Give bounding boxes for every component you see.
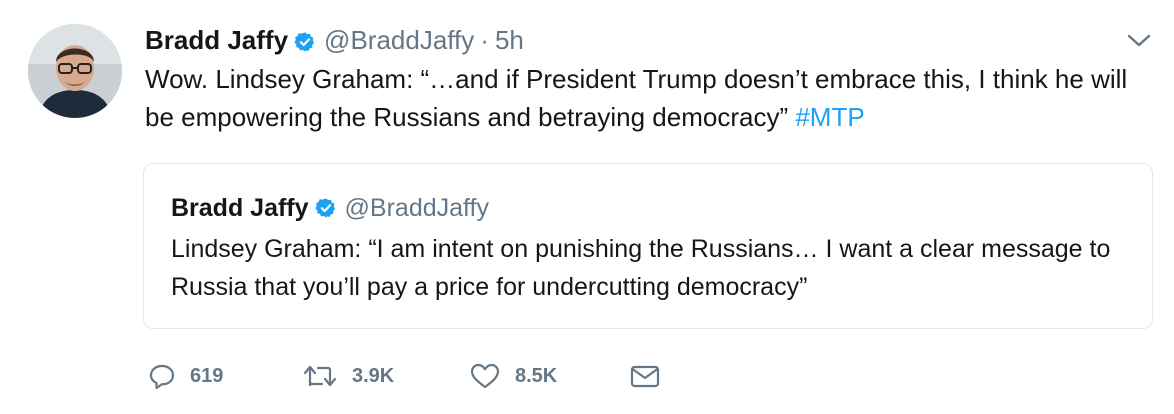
avatar[interactable]: [28, 24, 122, 118]
separator-dot: ·: [480, 24, 489, 55]
like-button[interactable]: 8.5K: [469, 362, 629, 390]
quoted-author-display-name: Bradd Jaffy: [171, 193, 309, 222]
reply-icon: [149, 364, 175, 390]
envelope-icon: [630, 365, 660, 388]
chevron-down-icon[interactable]: [1124, 28, 1154, 52]
tweet-text: Wow. Lindsey Graham: “…and if President …: [145, 60, 1145, 136]
tweet-header: Bradd Jaffy @BraddJaffy · 5h: [145, 22, 524, 58]
quoted-tweet-text: Lindsey Graham: “I am intent on punishin…: [171, 235, 1111, 301]
direct-message-button[interactable]: [629, 363, 675, 389]
quoted-tweet[interactable]: Bradd Jaffy @BraddJaffy Lindsey Graham: …: [143, 163, 1153, 329]
author-handle[interactable]: @BraddJaffy: [324, 25, 474, 56]
quoted-tweet-header: Bradd Jaffy @BraddJaffy: [171, 190, 489, 226]
retweet-button[interactable]: 3.9K: [302, 362, 469, 390]
quoted-author-handle: @BraddJaffy: [344, 193, 489, 222]
timestamp[interactable]: 5h: [495, 25, 524, 56]
retweet-icon: [303, 365, 337, 387]
tweet: Bradd Jaffy @BraddJaffy · 5h Wow. Lindse…: [0, 0, 1174, 414]
tweet-actions: 619 3.9K 8.5K: [148, 358, 675, 394]
tweet-text-body: Wow. Lindsey Graham: “…and if President …: [145, 64, 1128, 132]
heart-icon: [470, 363, 500, 389]
author-display-name[interactable]: Bradd Jaffy: [145, 25, 288, 56]
verified-badge-icon: [294, 29, 316, 52]
reply-button[interactable]: 619: [148, 362, 302, 390]
avatar-image: [28, 24, 122, 118]
verified-badge-icon: [314, 197, 337, 219]
retweet-count: 3.9K: [352, 364, 395, 387]
like-count: 8.5K: [515, 364, 558, 387]
reply-count: 619: [190, 364, 224, 387]
hashtag-link[interactable]: #MTP: [795, 102, 864, 132]
